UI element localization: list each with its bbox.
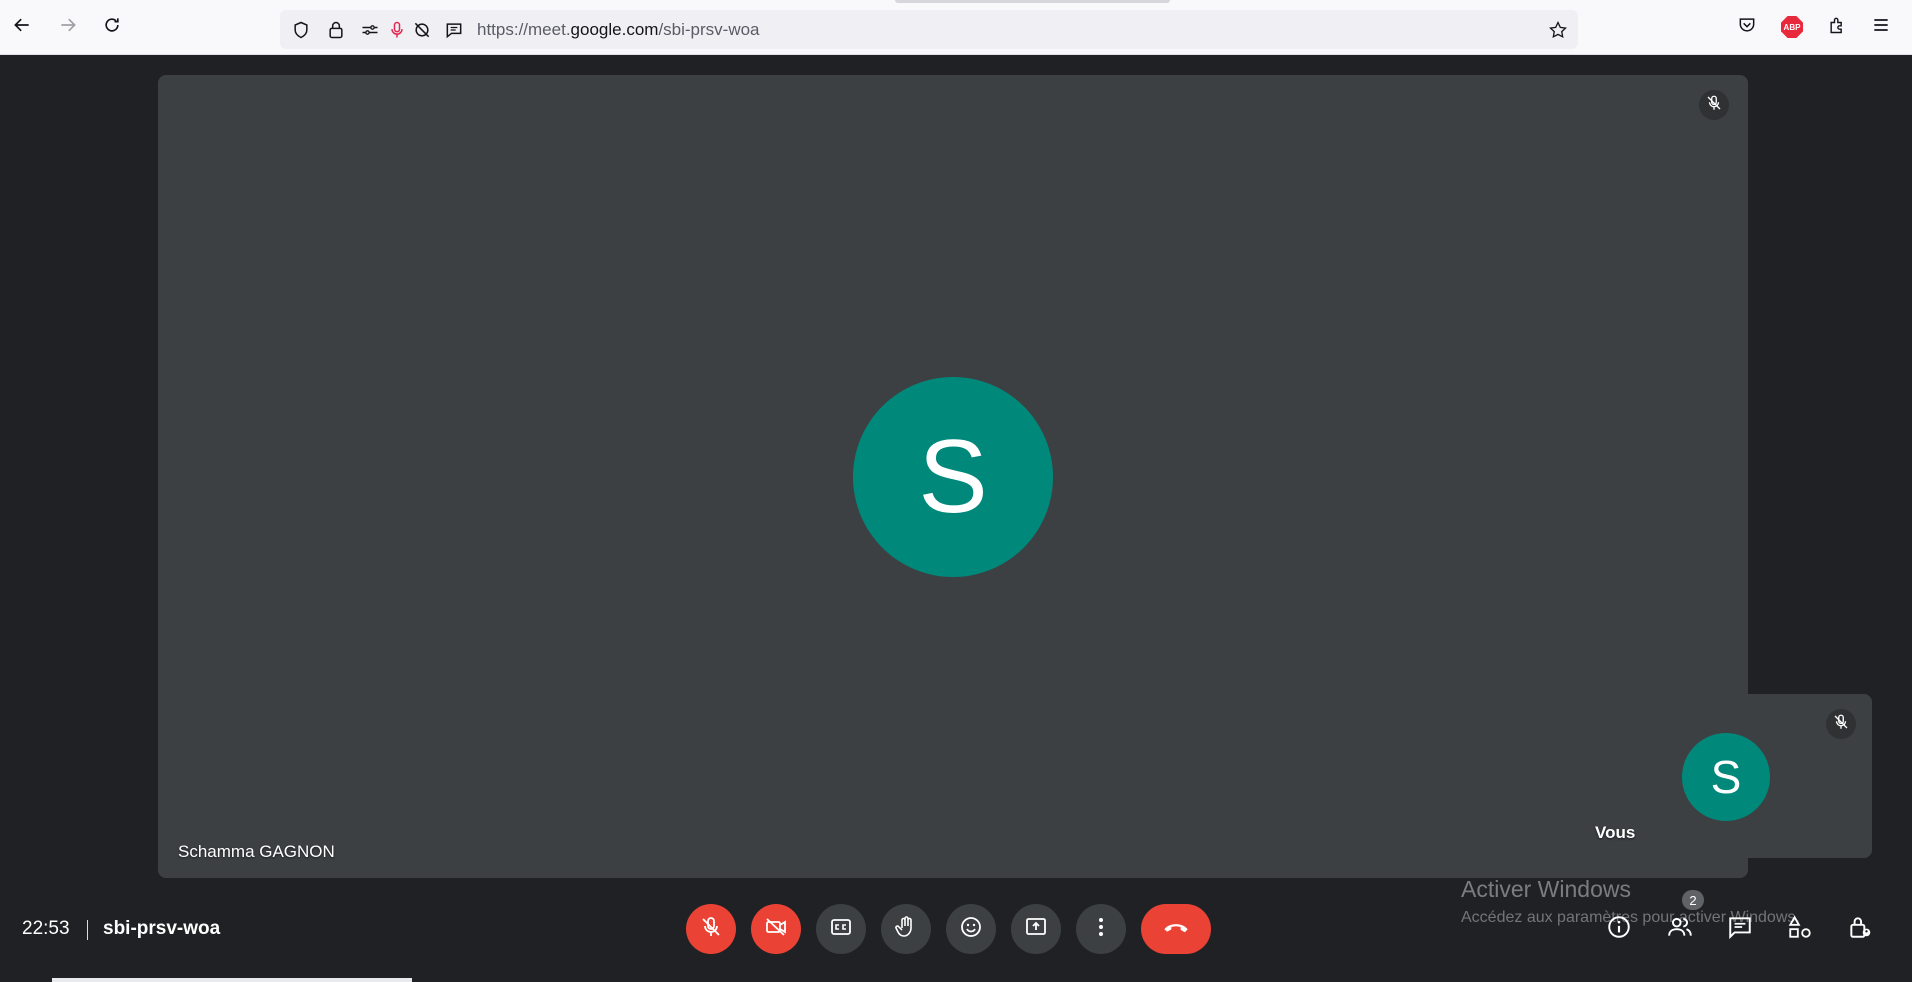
app-menu-button[interactable] xyxy=(1868,14,1894,40)
url-host: google.com xyxy=(570,20,659,39)
chat-icon xyxy=(1727,914,1753,945)
adblock-plus-icon: ABP xyxy=(1781,16,1803,38)
meeting-info-button[interactable] xyxy=(1602,912,1636,946)
people-button[interactable] xyxy=(1663,912,1697,946)
main-muted-badge xyxy=(1699,90,1729,120)
mic-muted-icon xyxy=(1705,94,1723,117)
pocket-button[interactable] xyxy=(1734,14,1760,40)
hand-icon xyxy=(894,915,918,944)
more-vertical-icon xyxy=(1089,915,1113,944)
browser-toolbar: https://meet.google.com/sbi-prsv-woa ABP xyxy=(0,0,1912,55)
lock-person-icon xyxy=(1847,914,1873,945)
microphone-icon[interactable] xyxy=(386,19,408,41)
emoji-icon xyxy=(959,915,983,944)
clock-divider xyxy=(87,920,88,940)
camera-off-icon xyxy=(764,915,788,944)
lock-icon[interactable] xyxy=(325,19,347,41)
extensions-icon xyxy=(1827,15,1847,40)
address-bar[interactable]: https://meet.google.com/sbi-prsv-woa xyxy=(280,10,1578,49)
present-icon xyxy=(1024,915,1048,944)
activities-button[interactable] xyxy=(1783,912,1817,946)
shield-icon[interactable] xyxy=(290,19,312,41)
page-load-strip xyxy=(52,978,412,982)
tab-indicator xyxy=(895,0,1170,3)
host-controls-button[interactable] xyxy=(1843,912,1877,946)
extensions-button[interactable] xyxy=(1824,14,1850,40)
mic-off-icon xyxy=(699,915,723,944)
camera-toggle-button[interactable] xyxy=(751,904,801,954)
forward-button[interactable] xyxy=(52,11,84,43)
captions-icon xyxy=(829,915,853,944)
url-prefix: https://meet. xyxy=(477,20,571,39)
captions-button[interactable] xyxy=(816,904,866,954)
pocket-icon xyxy=(1737,15,1757,40)
leave-call-button[interactable] xyxy=(1141,904,1211,954)
reactions-button[interactable] xyxy=(946,904,996,954)
meeting-code: sbi-prsv-woa xyxy=(103,918,221,939)
self-participant-name: Vous xyxy=(1595,823,1636,842)
chat-button[interactable] xyxy=(1723,912,1757,946)
main-participant-avatar: S xyxy=(853,377,1053,577)
reader-icon[interactable] xyxy=(443,19,465,41)
self-participant-tile[interactable]: S Vous xyxy=(1581,694,1872,858)
more-options-button[interactable] xyxy=(1076,904,1126,954)
participant-count-badge: 2 xyxy=(1682,890,1704,910)
shapes-icon xyxy=(1787,914,1813,945)
url-path: /sbi-prsv-woa xyxy=(658,20,760,39)
back-arrow-icon xyxy=(12,15,32,40)
camera-blocked-icon[interactable] xyxy=(411,19,433,41)
self-muted-badge xyxy=(1826,709,1856,739)
adblock-plus-button[interactable]: ABP xyxy=(1779,14,1805,40)
self-participant-avatar: S xyxy=(1682,733,1770,821)
main-participant-tile[interactable]: S Schamma GAGNON xyxy=(158,75,1748,878)
present-screen-button[interactable] xyxy=(1011,904,1061,954)
mic-muted-icon xyxy=(1832,713,1850,736)
permissions-icon[interactable] xyxy=(359,19,381,41)
meeting-clock: 22:53 xyxy=(22,918,70,939)
menu-icon xyxy=(1871,15,1891,40)
star-icon[interactable] xyxy=(1547,19,1569,41)
people-icon xyxy=(1667,914,1693,945)
windows-activation-title: Activer Windows xyxy=(1461,876,1631,902)
url-text[interactable]: https://meet.google.com/sbi-prsv-woa xyxy=(477,20,760,40)
info-icon xyxy=(1606,914,1632,945)
mic-toggle-button[interactable] xyxy=(686,904,736,954)
reload-icon xyxy=(102,15,122,40)
back-button[interactable] xyxy=(6,11,38,43)
main-participant-name: Schamma GAGNON xyxy=(178,842,335,861)
forward-arrow-icon xyxy=(58,15,78,40)
reload-button[interactable] xyxy=(96,11,128,43)
raise-hand-button[interactable] xyxy=(881,904,931,954)
hang-up-icon xyxy=(1162,913,1190,946)
